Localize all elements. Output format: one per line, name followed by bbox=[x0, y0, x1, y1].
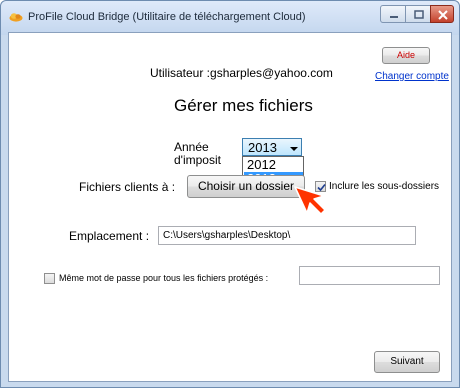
user-label: Utilisateur :gsharples@yahoo.com bbox=[150, 66, 333, 80]
next-button[interactable]: Suivant bbox=[374, 351, 440, 373]
password-field[interactable] bbox=[299, 266, 440, 285]
red-pointer-arrow-icon bbox=[294, 186, 326, 215]
change-account-link[interactable]: Changer compte bbox=[375, 71, 449, 82]
close-button[interactable] bbox=[430, 5, 454, 23]
maximize-button[interactable] bbox=[405, 5, 431, 23]
tax-year-label-line2: d'imposit bbox=[174, 153, 221, 167]
tax-year-selected-value: 2013 bbox=[248, 140, 277, 155]
location-field[interactable]: C:\Users\gsharples\Desktop\ bbox=[158, 226, 416, 245]
choose-folder-button[interactable]: Choisir un dossier bbox=[187, 175, 305, 198]
maximize-icon bbox=[414, 10, 424, 19]
chevron-down-icon bbox=[290, 147, 298, 151]
client-files-label: Fichiers clients à : bbox=[79, 180, 176, 194]
profile-cloud-icon bbox=[9, 13, 23, 22]
app-window: ProFile Cloud Bridge (Utilitaire de télé… bbox=[0, 0, 460, 388]
page-title: Gérer mes fichiers bbox=[174, 96, 313, 115]
main-panel: Aide Changer compte Utilisateur :gsharpl… bbox=[8, 32, 452, 382]
tax-year-select[interactable]: 2013 bbox=[242, 138, 302, 156]
minimize-icon bbox=[390, 16, 398, 18]
same-password-checkbox[interactable] bbox=[44, 273, 55, 284]
same-password-label: Même mot de passe pour tous les fichiers… bbox=[59, 273, 269, 283]
aide-button[interactable]: Aide bbox=[382, 47, 430, 64]
tax-year-label-line1: Année bbox=[174, 140, 209, 154]
window-title: ProFile Cloud Bridge (Utilitaire de télé… bbox=[28, 11, 306, 23]
include-subfolders-label: Inclure les sous-dossiers bbox=[329, 181, 440, 192]
title-bar[interactable]: ProFile Cloud Bridge (Utilitaire de télé… bbox=[1, 1, 459, 35]
minimize-button[interactable] bbox=[380, 5, 406, 23]
tax-year-option-2012[interactable]: 2012 bbox=[244, 158, 303, 172]
location-label: Emplacement : bbox=[69, 229, 150, 243]
close-icon bbox=[438, 10, 448, 20]
